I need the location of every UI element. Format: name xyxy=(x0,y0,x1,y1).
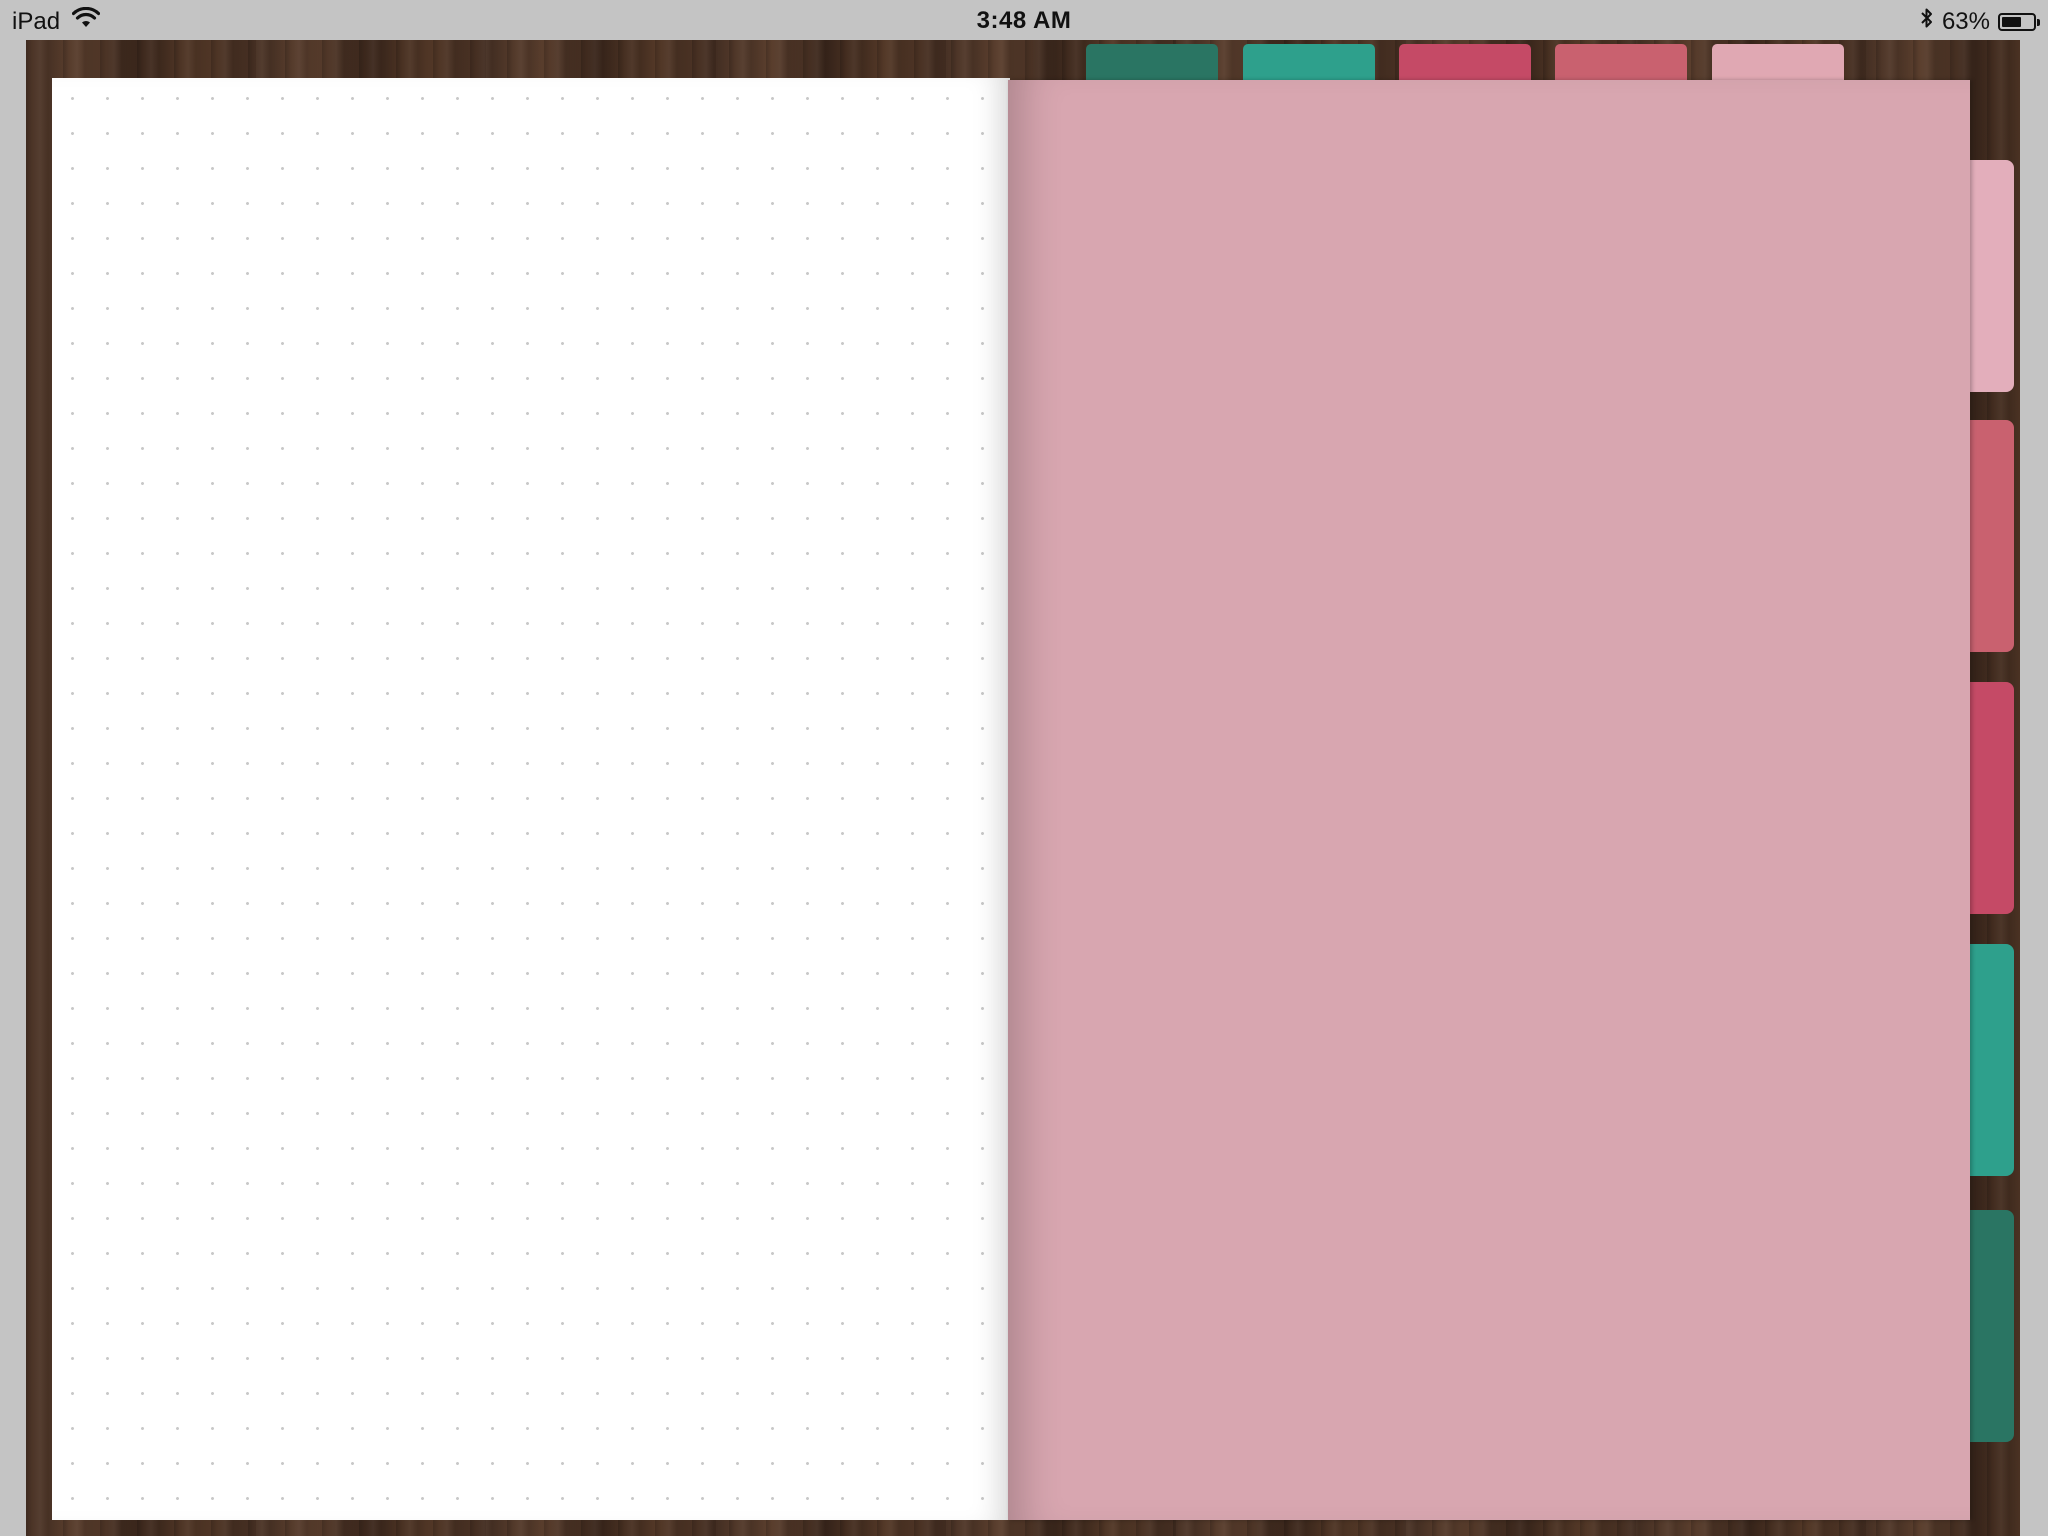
status-bar-right: 63% xyxy=(1920,7,2040,36)
tab-rose[interactable] xyxy=(1555,44,1687,84)
tab-dark-green[interactable] xyxy=(1086,44,1218,84)
status-bar-left: iPad xyxy=(12,6,101,36)
status-time: 3:48 AM xyxy=(976,7,1072,34)
battery-level xyxy=(2002,16,2021,27)
tab-teal[interactable] xyxy=(1243,44,1375,84)
pink-section-page[interactable] xyxy=(1008,80,1970,1520)
status-bar: iPad 3:48 AM 63% xyxy=(0,0,2048,40)
tab-light-pink[interactable] xyxy=(1712,44,1844,84)
tab-crimson[interactable] xyxy=(1399,44,1531,84)
device-name: iPad xyxy=(12,7,61,35)
battery-percent: 63% xyxy=(1941,7,1990,35)
dot-grid-page[interactable] xyxy=(52,78,1010,1520)
battery-icon xyxy=(1998,12,2040,31)
wifi-icon xyxy=(71,6,101,36)
bluetooth-icon xyxy=(1920,7,1934,36)
